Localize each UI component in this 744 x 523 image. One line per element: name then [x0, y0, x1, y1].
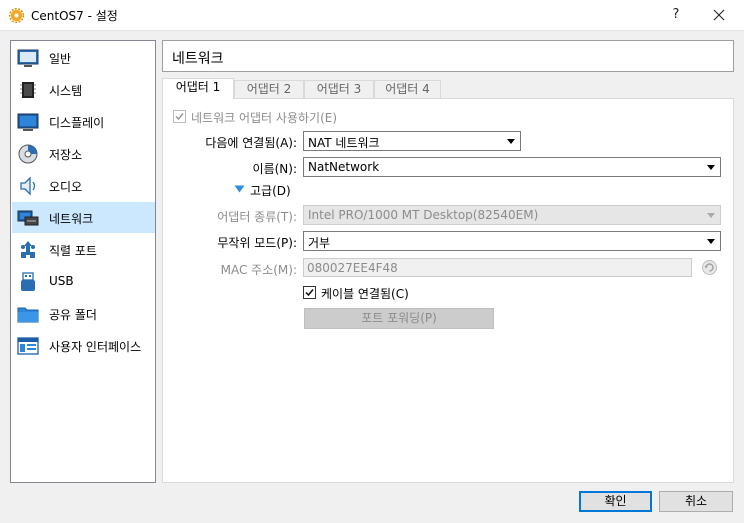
mac-address-value: 080027EE4F48	[307, 261, 398, 275]
sidebar-item-label: 일반	[49, 52, 72, 66]
adapter-panel	[162, 98, 734, 483]
promiscuous-mode-select[interactable]: 거부	[303, 231, 721, 251]
display-icon	[17, 113, 39, 131]
chevron-down-icon	[507, 139, 515, 144]
name-label: 이름(N):	[252, 162, 297, 176]
tab-adapter-2[interactable]: 어댑터 2	[234, 80, 304, 99]
promiscuous-mode-label: 무작위 모드(P):	[217, 236, 297, 250]
mac-address-label: MAC 주소(M):	[220, 263, 297, 277]
tab-adapter-1[interactable]: 어댑터 1	[162, 78, 234, 99]
sidebar-item-label: 공유 폴더	[49, 308, 97, 322]
sidebar-item-label: USB	[49, 274, 74, 288]
refresh-mac-icon[interactable]	[701, 259, 718, 276]
cable-connected-label: 케이블 연결됨(C)	[321, 287, 409, 301]
page-header: 네트워크	[162, 40, 734, 72]
sidebar-item-shared-folders[interactable]: 공유 폴더	[12, 298, 155, 329]
tab-adapter-4[interactable]: 어댑터 4	[374, 80, 441, 99]
attached-to-select[interactable]: NAT 네트워크	[303, 131, 521, 151]
sidebar-item-serial-port[interactable]: 직렬 포트	[12, 234, 155, 265]
promiscuous-mode-value: 거부	[308, 236, 331, 250]
cancel-button[interactable]: 취소	[659, 491, 733, 512]
sidebar-item-label: 저장소	[49, 148, 83, 162]
sidebar-item-general[interactable]: 일반	[12, 42, 155, 73]
user-interface-icon	[17, 337, 39, 355]
chevron-down-icon	[707, 239, 715, 244]
sidebar-item-audio[interactable]: 오디오	[12, 170, 155, 201]
general-icon	[17, 49, 39, 67]
shared-folder-icon	[17, 307, 39, 323]
network-icon	[17, 210, 39, 226]
adapter-type-label: 어댑터 종류(T):	[217, 210, 297, 224]
close-button[interactable]	[701, 3, 737, 27]
sidebar-item-usb[interactable]: USB	[12, 266, 155, 297]
attached-to-value: NAT 네트워크	[308, 136, 380, 150]
sidebar-item-label: 직렬 포트	[49, 244, 97, 258]
sidebar-item-label: 사용자 인터페이스	[49, 340, 142, 354]
adapter-type-select[interactable]: Intel PRO/1000 MT Desktop(82540EM)	[303, 205, 721, 225]
checkmark-icon	[305, 289, 314, 297]
network-name-select[interactable]: NatNetwork	[303, 157, 721, 177]
ok-button[interactable]: 확인	[579, 491, 652, 512]
chevron-down-icon	[707, 213, 715, 218]
storage-icon	[18, 144, 38, 164]
tab-adapter-3[interactable]: 어댑터 3	[304, 80, 374, 99]
sidebar-item-network[interactable]: 네트워크	[12, 202, 155, 233]
adapter-type-value: Intel PRO/1000 MT Desktop(82540EM)	[308, 208, 539, 222]
advanced-toggle[interactable]: 고급(D)	[234, 181, 298, 198]
usb-icon	[21, 272, 35, 291]
sidebar-item-label: 디스플레이	[49, 116, 105, 130]
system-icon	[20, 82, 36, 98]
triangle-down-icon	[234, 185, 245, 193]
attached-to-label: 다음에 연결됨(A):	[205, 136, 297, 150]
enable-adapter-checkbox[interactable]	[173, 110, 186, 123]
sidebar-item-label: 오디오	[49, 180, 83, 194]
sidebar-item-user-interface[interactable]: 사용자 인터페이스	[12, 330, 155, 361]
network-name-value: NatNetwork	[308, 160, 380, 174]
page-title: 네트워크	[172, 51, 224, 67]
chevron-down-icon	[707, 165, 715, 170]
checkmark-icon	[175, 113, 184, 121]
enable-adapter-label: 네트워크 어댑터 사용하기(E)	[191, 111, 338, 125]
port-forwarding-button[interactable]: 포트 포워딩(P)	[304, 308, 494, 329]
close-icon	[713, 9, 725, 21]
virtualbox-gear-icon	[9, 8, 24, 23]
sidebar-item-system[interactable]: 시스템	[12, 74, 155, 105]
sidebar-item-label: 시스템	[49, 84, 83, 98]
advanced-label: 고급(D)	[250, 184, 291, 198]
audio-icon	[20, 176, 36, 196]
cable-connected-checkbox[interactable]	[303, 286, 316, 299]
title-bar: CentOS7 - 설정 ?	[0, 0, 744, 31]
sidebar-item-storage[interactable]: 저장소	[12, 138, 155, 169]
settings-sidebar: 일반 시스템 디스플레이 저장소 오디오 네트워크 직렬 포트 USB 공유 폴…	[10, 40, 156, 483]
sidebar-item-label: 네트워크	[49, 212, 94, 226]
sidebar-item-display[interactable]: 디스플레이	[12, 106, 155, 137]
mac-address-field[interactable]: 080027EE4F48	[303, 258, 692, 277]
serial-port-icon	[21, 241, 35, 258]
help-button[interactable]: ?	[661, 3, 691, 27]
window-title: CentOS7 - 설정	[31, 9, 118, 23]
